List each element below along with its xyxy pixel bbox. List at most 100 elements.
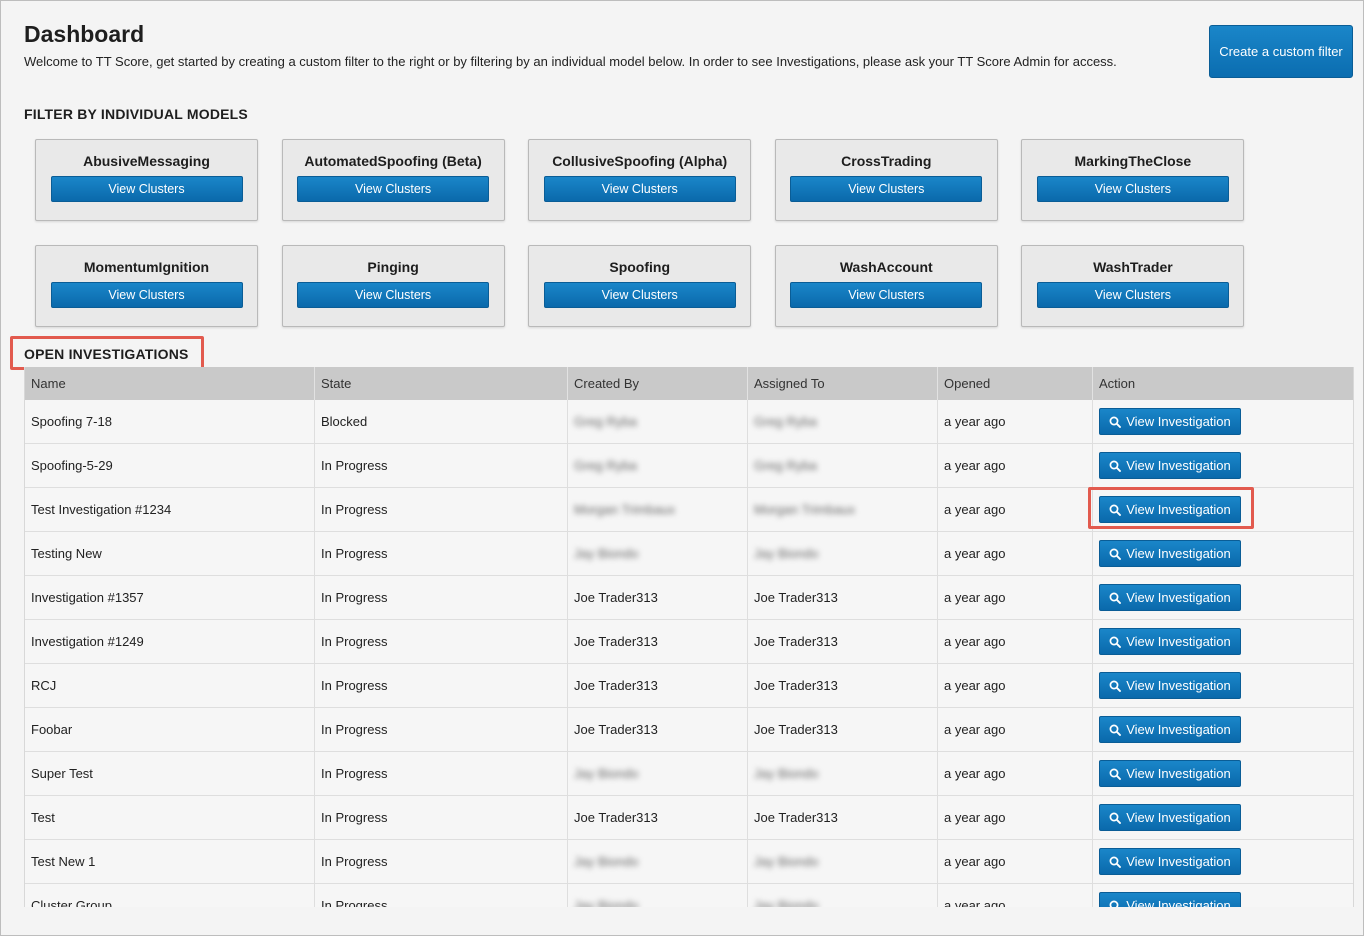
action-cell: View Investigation	[1093, 752, 1353, 795]
table-row: Investigation #1357 In Progress Joe Trader…	[25, 576, 1353, 620]
column-header[interactable]: Opened	[938, 367, 1093, 400]
opened-time-cell: a year ago	[938, 400, 1093, 443]
opened-time: a year ago	[944, 722, 1006, 737]
view-investigation-button[interactable]: View Investigation	[1099, 716, 1241, 743]
investigation-state: In Progress	[321, 678, 388, 693]
view-investigation-button[interactable]: View Investigation	[1099, 452, 1241, 479]
investigation-state-cell: In Progress	[315, 752, 568, 795]
investigation-state: In Progress	[321, 502, 388, 517]
view-investigation-button[interactable]: View Investigation	[1099, 760, 1241, 787]
app-frame: Dashboard Welcome to TT Score, get start…	[0, 0, 1364, 936]
opened-time-cell: a year ago	[938, 708, 1093, 751]
search-icon	[1109, 460, 1122, 472]
created-by: Joe Trader313	[574, 634, 658, 649]
table-row: Test Investigation #1234 In Progress Morga…	[25, 488, 1353, 532]
created-by: Jay Biondo	[574, 546, 639, 561]
model-card: Pinging View Clusters	[281, 244, 505, 327]
view-clusters-button[interactable]: View Clusters	[1036, 176, 1229, 202]
view-investigation-button[interactable]: View Investigation	[1099, 804, 1241, 831]
column-header[interactable]: Created By	[568, 367, 748, 400]
model-card: WashAccount View Clusters	[774, 244, 998, 327]
created-by: Joe Trader313	[574, 590, 658, 605]
view-clusters-button[interactable]: View Clusters	[50, 281, 243, 308]
table-header: Name State Created By Assigned To Opened Acti…	[25, 367, 1353, 400]
view-clusters-button[interactable]: View Clusters	[543, 176, 736, 202]
view-clusters-button[interactable]: View Clusters	[1036, 281, 1229, 308]
action-cell: View Investigation	[1093, 532, 1353, 575]
action-cell: View Investigation	[1093, 708, 1353, 751]
action-cell: View Investigation	[1093, 796, 1353, 839]
search-icon	[1109, 592, 1122, 604]
filter-models-heading: FILTER BY INDIVIDUAL MODELS	[24, 106, 248, 122]
opened-time-cell: a year ago	[938, 532, 1093, 575]
assigned-to: Jay Biondo	[754, 898, 819, 907]
opened-time: a year ago	[944, 678, 1006, 693]
opened-time-cell: a year ago	[938, 576, 1093, 619]
view-investigation-button[interactable]: View Investigation	[1099, 496, 1241, 523]
investigation-state: Blocked	[321, 414, 368, 429]
column-header[interactable]: Action	[1093, 367, 1353, 400]
investigation-name: Spoofing-5-29	[31, 458, 113, 473]
table-row: Test In Progress Joe Trader313 Joe Trader31…	[25, 796, 1353, 840]
view-investigation-button[interactable]: View Investigation	[1099, 628, 1241, 655]
model-grid: AbusiveMessaging View Clusters AutomatedSp…	[35, 139, 1245, 327]
assigned-to: Joe Trader313	[754, 722, 838, 737]
action-cell: View Investigation	[1093, 620, 1353, 663]
investigation-state: In Progress	[321, 810, 388, 825]
opened-time: a year ago	[944, 634, 1006, 649]
view-clusters-button[interactable]: View Clusters	[297, 281, 490, 308]
view-investigation-button[interactable]: View Investigation	[1099, 892, 1241, 907]
view-clusters-button[interactable]: View Clusters	[543, 281, 736, 308]
created-by-cell: Joe Trader313	[568, 796, 748, 839]
table-row: Test New 1 In Progress Jay Biondo Jay Biond…	[25, 840, 1353, 884]
model-name: WashTrader	[1093, 258, 1173, 275]
search-icon	[1109, 768, 1122, 780]
view-clusters-button[interactable]: View Clusters	[790, 281, 983, 308]
search-icon	[1109, 680, 1122, 692]
assigned-to: Joe Trader313	[754, 634, 838, 649]
column-header[interactable]: State	[315, 367, 568, 400]
opened-time: a year ago	[944, 502, 1006, 517]
investigation-state-cell: In Progress	[315, 576, 568, 619]
view-investigation-button[interactable]: View Investigation	[1099, 672, 1241, 699]
model-name: MomentumIgnition	[83, 258, 210, 275]
view-investigation-button[interactable]: View Investigation	[1099, 848, 1241, 875]
opened-time: a year ago	[944, 458, 1006, 473]
investigation-name-cell: Investigation #1249	[25, 620, 315, 663]
created-by-cell: Joe Trader313	[568, 708, 748, 751]
assigned-to-cell: Jay Biondo	[748, 752, 938, 795]
view-investigation-button[interactable]: View Investigation	[1099, 584, 1241, 611]
opened-time: a year ago	[944, 898, 1006, 907]
search-icon	[1109, 812, 1122, 824]
action-cell: View Investigation	[1093, 576, 1353, 619]
view-investigation-label: View Investigation	[1126, 414, 1231, 429]
column-header[interactable]: Name	[25, 367, 315, 400]
created-by-cell: Joe Trader313	[568, 620, 748, 663]
created-by-cell: Greg Ryba	[568, 400, 748, 443]
created-by: Greg Ryba	[574, 414, 637, 429]
investigations-table: Name State Created By Assigned To Opened Acti…	[24, 367, 1354, 907]
investigation-name: Investigation #1357	[31, 590, 144, 605]
created-by-cell: Joe Trader313	[568, 576, 748, 619]
assigned-to-cell: Joe Trader313	[748, 664, 938, 707]
assigned-to-cell: Jay Biondo	[748, 840, 938, 883]
table-row: Testing New In Progress Jay Biondo Jay Bion…	[25, 532, 1353, 576]
view-investigation-label: View Investigation	[1126, 854, 1231, 869]
search-icon	[1109, 416, 1122, 428]
investigation-name-cell: Test New 1	[25, 840, 315, 883]
search-icon	[1109, 548, 1122, 560]
create-custom-filter-button[interactable]: Create a custom filter	[1209, 25, 1353, 78]
search-icon	[1109, 724, 1122, 736]
view-clusters-button[interactable]: View Clusters	[50, 176, 243, 202]
view-investigation-button[interactable]: View Investigation	[1099, 540, 1241, 567]
view-clusters-button[interactable]: View Clusters	[297, 176, 490, 202]
view-investigation-button[interactable]: View Investigation	[1099, 408, 1241, 435]
view-clusters-button[interactable]: View Clusters	[790, 176, 983, 202]
column-header[interactable]: Assigned To	[748, 367, 938, 400]
view-investigation-label: View Investigation	[1126, 546, 1231, 561]
table-row: Spoofing-5-29 In Progress Greg Ryba Greg Ry…	[25, 444, 1353, 488]
model-name: CollusiveSpoofing (Alpha)	[552, 153, 728, 169]
table-row: Spoofing 7-18 Blocked Greg Ryba Greg Ryba a …	[25, 400, 1353, 444]
assigned-to: Greg Ryba	[754, 458, 817, 473]
created-by-cell: Jay Biondo	[568, 752, 748, 795]
